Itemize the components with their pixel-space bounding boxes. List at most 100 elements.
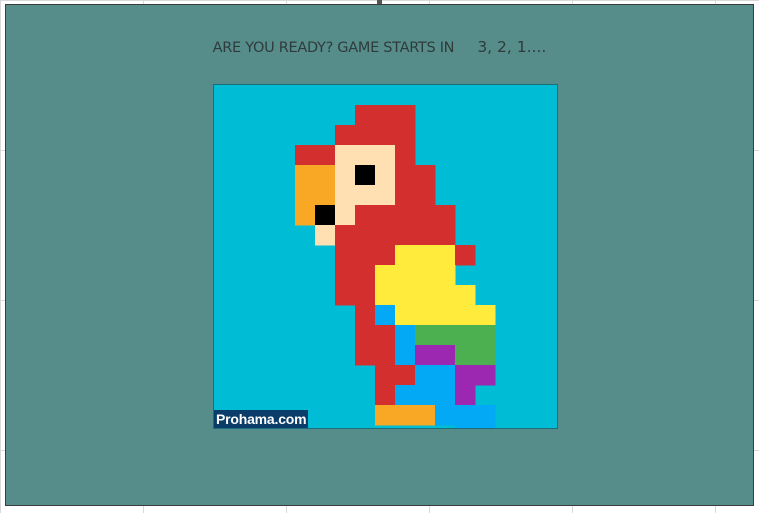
parrot-pixel (355, 285, 376, 306)
parrot-pixel (355, 205, 376, 226)
parrot-pixel (375, 165, 396, 186)
parrot-pixel (395, 205, 416, 226)
parrot-pixel (375, 305, 396, 326)
parrot-pixel (375, 185, 396, 206)
parrot-pixel (375, 365, 396, 386)
parrot-pixel (335, 185, 356, 206)
parrot-pixel (335, 285, 356, 306)
parrot-pixel (375, 125, 396, 146)
parrot-pixel (295, 165, 316, 186)
ready-message: ARE YOU READY? GAME STARTS IN (212, 40, 455, 56)
parrot-pixel (395, 185, 416, 206)
parrot-pixel (355, 125, 376, 146)
countdown-text: 3, 2, 1.... (477, 38, 547, 56)
parrot-pixel (415, 405, 436, 426)
parrot-pixel (435, 365, 456, 386)
parrot-pixel (435, 325, 456, 346)
parrot-pixel (475, 365, 496, 386)
parrot-pixel (395, 345, 416, 366)
parrot-pixel (355, 345, 376, 366)
parrot-pixel (415, 325, 436, 346)
parrot-pixel (435, 345, 456, 366)
parrot-pixel (335, 265, 356, 286)
parrot-pixel (335, 205, 356, 226)
parrot-pixel (375, 105, 396, 126)
watermark-label: Prohama.com (214, 410, 309, 428)
parrot-pixel (435, 385, 456, 406)
parrot-pixel (395, 105, 416, 126)
parrot-pixel (435, 205, 456, 226)
parrot-pixel (435, 245, 456, 266)
parrot-pixel (435, 405, 456, 426)
parrot-pixel (415, 245, 436, 266)
parrot-pixel (475, 405, 496, 426)
parrot-pixel (315, 205, 336, 226)
parrot-pixel (455, 325, 476, 346)
parrot-pixel (315, 185, 336, 206)
parrot-pixel (435, 305, 456, 326)
parrot-pixel (335, 145, 356, 166)
parrot-pixel (395, 165, 416, 186)
countdown-header: ARE YOU READY? GAME STARTS IN 3, 2, 1...… (0, 37, 759, 56)
parrot-pixel (295, 145, 316, 166)
parrot-pixel (455, 425, 476, 428)
parrot-pixel (335, 125, 356, 146)
parrot-pixel (355, 165, 376, 186)
parrot-pixel (415, 185, 436, 206)
parrot-pixel (395, 225, 416, 246)
parrot-pixel (395, 145, 416, 166)
parrot-pixel (355, 265, 376, 286)
parrot-pixel (375, 325, 396, 346)
parrot-pixel (335, 245, 356, 266)
parrot-pixel (395, 325, 416, 346)
parrot-pixel (395, 385, 416, 406)
parrot-pixel (415, 165, 436, 186)
parrot-pixel (415, 305, 436, 326)
parrot-pixel (395, 125, 416, 146)
parrot-pixel (355, 305, 376, 326)
parrot-pixel (415, 385, 436, 406)
parrot-pixel (415, 205, 436, 226)
parrot-pixel (295, 205, 316, 226)
parrot-pixel (435, 225, 456, 246)
parrot-pixel (455, 345, 476, 366)
parrot-pixel (455, 385, 476, 406)
parrot-pixel (475, 305, 496, 326)
parrot-pixel (395, 305, 416, 326)
parrot-pixel (355, 225, 376, 246)
parrot-pixel (375, 245, 396, 266)
parrot-pixel (415, 285, 436, 306)
parrot-pixel (355, 185, 376, 206)
parrot-pixel (455, 285, 476, 306)
parrot-image (295, 105, 496, 428)
parrot-pixel (415, 345, 436, 366)
parrot-pixel (375, 345, 396, 366)
parrot-pixel (375, 385, 396, 406)
parrot-pixel (415, 365, 436, 386)
parrot-pixel (395, 365, 416, 386)
parrot-pixel (375, 405, 396, 426)
puzzle-image-frame[interactable] (213, 84, 558, 429)
parrot-pixel (435, 265, 456, 286)
parrot-pixel (315, 145, 336, 166)
parrot-pixel (375, 225, 396, 246)
parrot-pixel (415, 265, 436, 286)
parrot-pixel (395, 285, 416, 306)
parrot-pixel (395, 265, 416, 286)
parrot-pixel (475, 425, 496, 428)
parrot-pixel (475, 345, 496, 366)
parrot-pixel (375, 145, 396, 166)
parrot-pixel (375, 285, 396, 306)
parrot-pixel (415, 225, 436, 246)
parrot-pixel (335, 165, 356, 186)
parrot-pixel (455, 245, 476, 266)
parrot-pixel (455, 305, 476, 326)
parrot-pixel (315, 165, 336, 186)
parrot-pixel (435, 285, 456, 306)
parrot-pixel (455, 405, 476, 426)
parrot-pixel (295, 185, 316, 206)
parrot-pixel (375, 265, 396, 286)
parrot-pixel (395, 245, 416, 266)
parrot-pixel (355, 245, 376, 266)
parrot-pixel (475, 325, 496, 346)
